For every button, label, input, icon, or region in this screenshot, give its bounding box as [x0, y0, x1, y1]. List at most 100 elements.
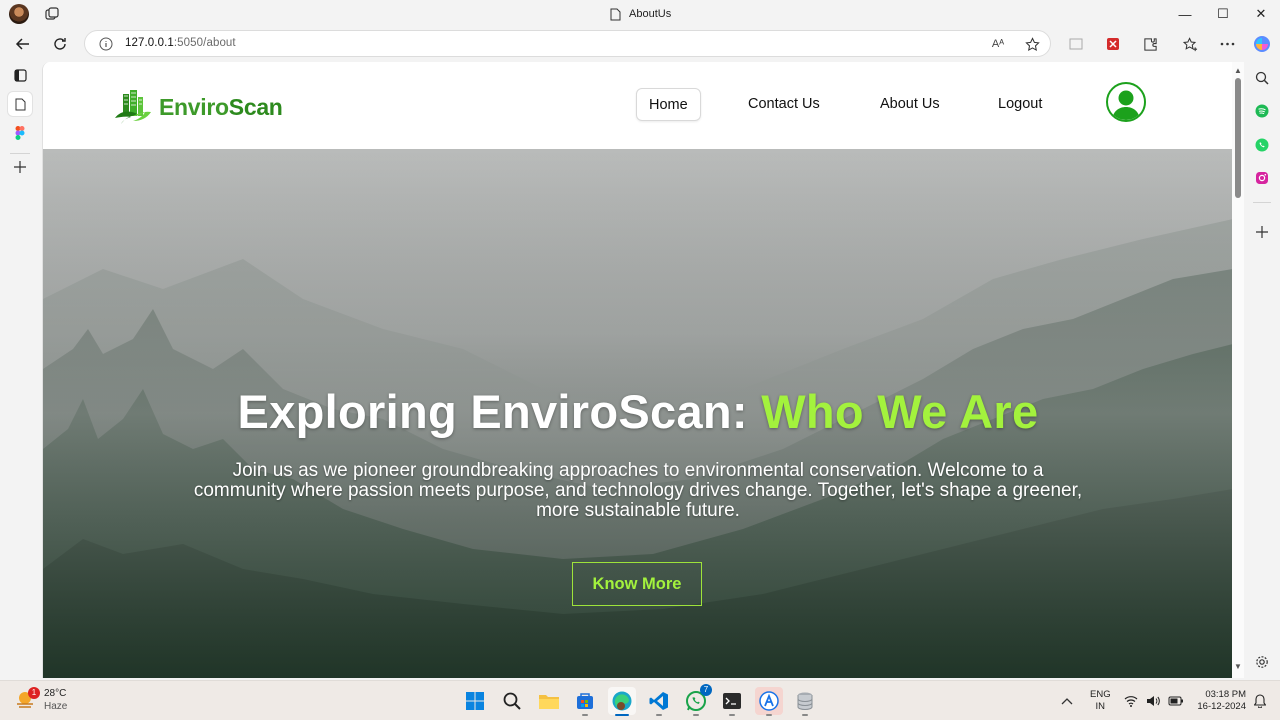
- whatsapp-unread-badge: 7: [700, 684, 712, 696]
- copilot-icon[interactable]: [1252, 34, 1272, 54]
- whatsapp-sidebar-icon[interactable]: [1252, 135, 1272, 155]
- system-clock[interactable]: 03:18 PM 16-12-2024: [1190, 689, 1246, 713]
- weather-alert-badge: 1: [28, 687, 40, 699]
- file-explorer-app[interactable]: [535, 687, 563, 715]
- nav-home[interactable]: Home: [636, 88, 701, 121]
- tab-figma[interactable]: [8, 121, 32, 145]
- running-indicator: [656, 714, 662, 716]
- app-launcher-app[interactable]: [755, 687, 783, 716]
- close-icon: ✕: [1255, 6, 1267, 21]
- weather-temp: 28°C: [44, 688, 67, 699]
- running-indicator: [729, 714, 735, 716]
- scrollbar-thumb[interactable]: [1235, 78, 1241, 198]
- minimize-button[interactable]: —: [1166, 0, 1204, 28]
- weather-widget[interactable]: 1 28°C Haze: [14, 687, 67, 713]
- workspaces-icon[interactable]: [44, 6, 60, 22]
- back-arrow-icon: [15, 38, 29, 50]
- haze-sun-icon: 1: [14, 687, 40, 711]
- site-logo[interactable]: EnviroScan: [113, 88, 283, 126]
- page-icon: [610, 8, 621, 20]
- nav-about-us[interactable]: About Us: [880, 88, 940, 121]
- input-language-indicator[interactable]: ENG IN: [1090, 689, 1111, 713]
- hero-title: Exploring EnviroScan: Who We Are: [43, 384, 1232, 439]
- system-tray-icons[interactable]: [1124, 681, 1184, 720]
- instagram-icon[interactable]: [1252, 168, 1272, 188]
- logo-wordmark: EnviroScan: [159, 94, 283, 121]
- clock-time: 03:18 PM: [1205, 689, 1246, 700]
- folder-icon: [539, 695, 559, 709]
- site-header: EnviroScan Home Contact Us About Us Logo…: [43, 62, 1232, 149]
- favorite-star-icon[interactable]: [1023, 36, 1041, 52]
- running-indicator: [582, 714, 588, 716]
- tab-divider: [10, 153, 30, 154]
- plus-icon: [14, 161, 26, 173]
- back-button[interactable]: [10, 32, 36, 56]
- sidebar-search-icon[interactable]: [1252, 68, 1272, 88]
- read-aloud-icon[interactable]: Aᴬ: [989, 36, 1007, 52]
- new-tab-button[interactable]: [8, 155, 32, 179]
- spotify-icon[interactable]: [1252, 101, 1272, 121]
- read-aloud-label: Aᴬ: [991, 38, 1005, 50]
- hero-section: Exploring EnviroScan: Who We Are Join us…: [43, 149, 1232, 678]
- user-avatar-icon: [1112, 90, 1140, 120]
- figma-icon: [15, 126, 25, 140]
- nav-contact-us[interactable]: Contact Us: [748, 88, 820, 121]
- plus-icon: [1256, 226, 1268, 238]
- add-sidebar-app-button[interactable]: [1252, 222, 1272, 242]
- edge-icon: [612, 691, 632, 711]
- start-button[interactable]: [461, 687, 489, 715]
- site-info-icon[interactable]: [99, 37, 113, 51]
- edge-browser-app[interactable]: [608, 687, 636, 716]
- whatsapp-app[interactable]: 7: [682, 684, 712, 716]
- hero-description: Join us as we pioneer groundbreaking app…: [193, 460, 1083, 521]
- running-indicator: [693, 714, 699, 716]
- notification-bell-icon: [1254, 694, 1266, 708]
- url-text[interactable]: 127.0.0.1:5050/about: [125, 37, 236, 49]
- title-bar: AboutUs — ☐ ✕: [0, 0, 1280, 28]
- url-host: 127.0.0.1: [125, 37, 174, 49]
- know-more-button[interactable]: Know More: [572, 562, 702, 606]
- tab-aboutus[interactable]: [8, 92, 32, 116]
- scroll-down-icon[interactable]: ▼: [1233, 662, 1243, 672]
- running-indicator: [802, 714, 808, 716]
- extensions-icon[interactable]: [1140, 34, 1160, 54]
- close-button[interactable]: ✕: [1242, 0, 1280, 28]
- address-bar[interactable]: 127.0.0.1:5050/about Aᴬ: [84, 30, 1051, 57]
- collections-icon[interactable]: [1180, 34, 1200, 54]
- windows-logo-icon: [466, 692, 484, 710]
- split-screen-icon[interactable]: [1066, 34, 1086, 54]
- nav-logout[interactable]: Logout: [998, 88, 1042, 121]
- lang-region: IN: [1095, 701, 1106, 712]
- refresh-button[interactable]: [47, 32, 73, 56]
- hero-title-accent: Who We Are: [761, 385, 1039, 438]
- user-profile-button[interactable]: [1106, 82, 1146, 122]
- minimize-icon: —: [1178, 6, 1192, 22]
- extension-red-icon[interactable]: [1103, 34, 1123, 54]
- hero-title-main: Exploring EnviroScan:: [237, 385, 762, 438]
- active-indicator: [615, 714, 629, 716]
- chevron-up-icon: [1061, 698, 1073, 705]
- terminal-app[interactable]: [718, 687, 746, 716]
- search-icon: [503, 692, 521, 710]
- database-app[interactable]: [791, 687, 819, 716]
- store-app[interactable]: [571, 687, 599, 716]
- tab-title: AboutUs: [629, 8, 672, 20]
- lang-code: ENG: [1090, 689, 1111, 700]
- url-path: :5050/about: [173, 37, 236, 49]
- page-scrollbar[interactable]: ▲ ▼: [1232, 62, 1244, 678]
- web-viewport: EnviroScan Home Contact Us About Us Logo…: [42, 62, 1232, 678]
- scroll-up-icon[interactable]: ▲: [1233, 66, 1243, 76]
- tab-actions-icon[interactable]: [8, 63, 32, 87]
- notifications-button[interactable]: [1254, 681, 1266, 720]
- browser-toolbar: 127.0.0.1:5050/about Aᴬ: [0, 28, 1280, 60]
- sidebar-settings-icon[interactable]: [1252, 652, 1272, 672]
- show-hidden-icons-button[interactable]: [1061, 681, 1073, 720]
- profile-avatar[interactable]: [9, 4, 29, 24]
- weather-condition: Haze: [44, 701, 68, 712]
- edge-sidebar: [1244, 60, 1280, 680]
- logo-text-scan: Scan: [228, 93, 283, 120]
- maximize-button[interactable]: ☐: [1204, 0, 1242, 28]
- more-options-icon[interactable]: [1217, 34, 1237, 54]
- taskbar-search-button[interactable]: [498, 687, 526, 715]
- vscode-app[interactable]: [645, 687, 673, 716]
